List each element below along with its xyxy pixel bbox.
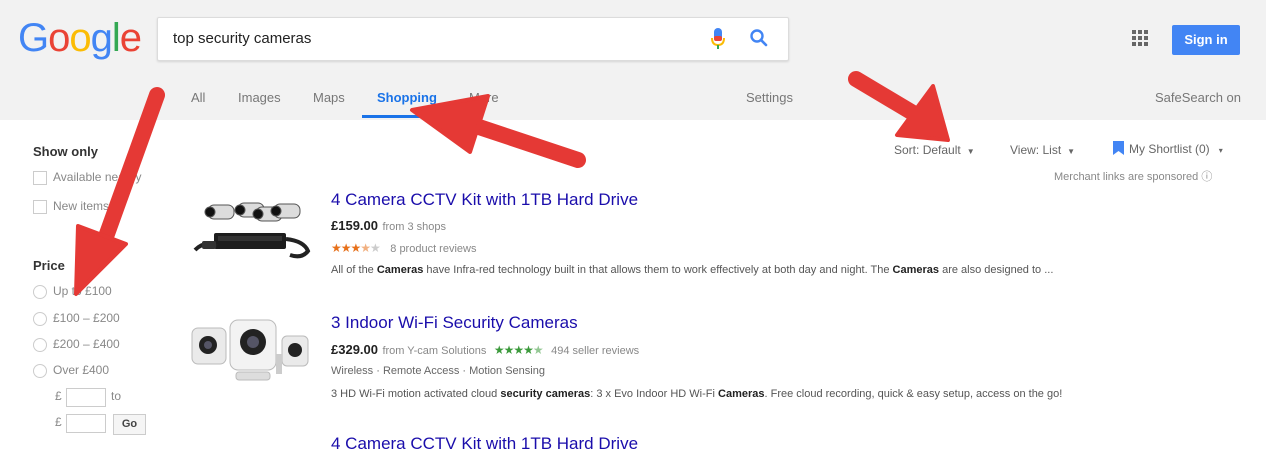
logo-letter: G	[18, 16, 49, 60]
new-items-label[interactable]: New items	[53, 199, 109, 213]
result-title-link[interactable]: 4 Camera CCTV Kit with 1TB Hard Drive	[331, 434, 638, 454]
new-items-checkbox[interactable]	[33, 200, 47, 214]
tab-maps[interactable]: Maps	[313, 90, 345, 105]
currency-symbol: £	[55, 415, 62, 429]
result-description: 3 HD Wi-Fi motion activated cloud securi…	[331, 388, 1062, 400]
tab-images[interactable]: Images	[238, 90, 281, 105]
tab-all[interactable]: All	[191, 90, 205, 105]
seller-review-count[interactable]: 494 seller reviews	[551, 345, 639, 357]
min-price-input[interactable]	[66, 388, 106, 407]
product-image-cctv-kit[interactable]	[190, 195, 315, 263]
active-tab-indicator	[362, 115, 444, 118]
price-option-label[interactable]: £100 – £200	[53, 311, 120, 325]
price-radio[interactable]	[33, 312, 47, 326]
my-shortlist-button[interactable]: My Shortlist (0) ▾	[1113, 141, 1223, 156]
available-nearby-label[interactable]: Available nearby	[53, 170, 142, 184]
bookmark-icon	[1113, 141, 1124, 155]
rating-line[interactable]: ★★★★★ 8 product reviews	[331, 239, 476, 257]
safesearch-status[interactable]: SafeSearch on	[1155, 90, 1241, 105]
logo-letter: l	[111, 16, 121, 60]
price-heading: Price	[33, 258, 65, 273]
result-price-line: £159.00 from 3 shops	[331, 217, 446, 235]
shortlist-label: My Shortlist (0)	[1129, 142, 1210, 156]
tab-more[interactable]: More	[469, 90, 499, 105]
price-to-label: to	[111, 389, 122, 403]
result-title-link[interactable]: 3 Indoor Wi-Fi Security Cameras	[331, 313, 578, 333]
merchant-links-note[interactable]: Merchant links are sponsored ⓘ	[1054, 168, 1212, 184]
price-radio[interactable]	[33, 338, 47, 352]
logo-letter: e	[119, 16, 142, 60]
desc-text: are also designed to ...	[939, 264, 1054, 276]
desc-keyword: Cameras	[718, 388, 765, 400]
search-box[interactable]: top security cameras	[157, 17, 789, 61]
max-price-input[interactable]	[66, 414, 106, 433]
desc-text: All of the	[331, 264, 377, 276]
product-image-wifi-cameras[interactable]	[190, 314, 315, 389]
sort-dropdown[interactable]: Sort: Default ▼	[894, 143, 975, 157]
price-go-button[interactable]: Go	[113, 414, 146, 435]
sort-label: Sort:	[894, 143, 920, 157]
tab-shopping[interactable]: Shopping	[377, 90, 437, 105]
price-radio[interactable]	[33, 364, 47, 378]
result-price: £159.00	[331, 218, 378, 233]
review-count: 8 product reviews	[390, 243, 477, 255]
view-label: View:	[1010, 143, 1040, 157]
price-option-label[interactable]: Over £400	[53, 363, 109, 377]
view-dropdown[interactable]: View: List ▼	[1010, 143, 1075, 157]
desc-text: have Infra-red technology built in that …	[423, 264, 893, 276]
sort-value: Default	[922, 143, 961, 157]
available-nearby-checkbox[interactable]	[33, 171, 47, 185]
result-title-link[interactable]: 4 Camera CCTV Kit with 1TB Hard Drive	[331, 190, 638, 210]
price-option-label[interactable]: £200 – £400	[53, 337, 120, 351]
desc-keyword: Cameras	[892, 264, 940, 276]
microphone-icon[interactable]	[710, 27, 726, 51]
desc-keyword: Cameras	[376, 264, 424, 276]
settings-link[interactable]: Settings	[746, 90, 793, 105]
logo-letter: o	[48, 16, 70, 60]
result-description: All of the Cameras have Infra-red techno…	[331, 264, 1053, 276]
desc-text: . Free cloud recording, quick & easy set…	[764, 388, 1063, 400]
price-source[interactable]: from 3 shops	[382, 221, 446, 233]
caret-down-icon: ▼	[1067, 147, 1076, 156]
desc-text: 3 HD Wi-Fi motion activated cloud	[331, 388, 501, 400]
google-logo[interactable]: Google	[18, 16, 142, 61]
apps-grid-icon[interactable]	[1132, 30, 1148, 46]
price-source[interactable]: from Y-cam Solutions	[382, 345, 486, 357]
sign-in-button[interactable]: Sign in	[1172, 25, 1240, 55]
price-radio[interactable]	[33, 285, 47, 299]
search-icon[interactable]	[749, 28, 769, 48]
desc-keyword: security cameras	[500, 388, 591, 400]
caret-down-icon: ▼	[966, 147, 975, 156]
search-input[interactable]: top security cameras	[173, 30, 311, 47]
show-only-heading: Show only	[33, 144, 98, 159]
logo-letter: o	[69, 16, 91, 60]
seller-rating-icon: ★★★★★	[493, 343, 544, 357]
currency-symbol: £	[55, 389, 62, 403]
expand-icon: ▾	[1218, 146, 1223, 155]
desc-text: : 3 x Evo Indoor HD Wi-Fi	[590, 388, 719, 400]
price-option-label[interactable]: Up to £100	[53, 284, 112, 298]
logo-letter: g	[90, 16, 113, 60]
result-price-line: £329.00 from Y-cam Solutions ★★★★★ 494 s…	[331, 341, 639, 359]
view-value: List	[1042, 143, 1062, 157]
star-rating-icon: ★★★★★	[331, 241, 381, 255]
result-features: Wireless · Remote Access · Motion Sensin…	[331, 365, 545, 377]
result-price: £329.00	[331, 342, 378, 357]
